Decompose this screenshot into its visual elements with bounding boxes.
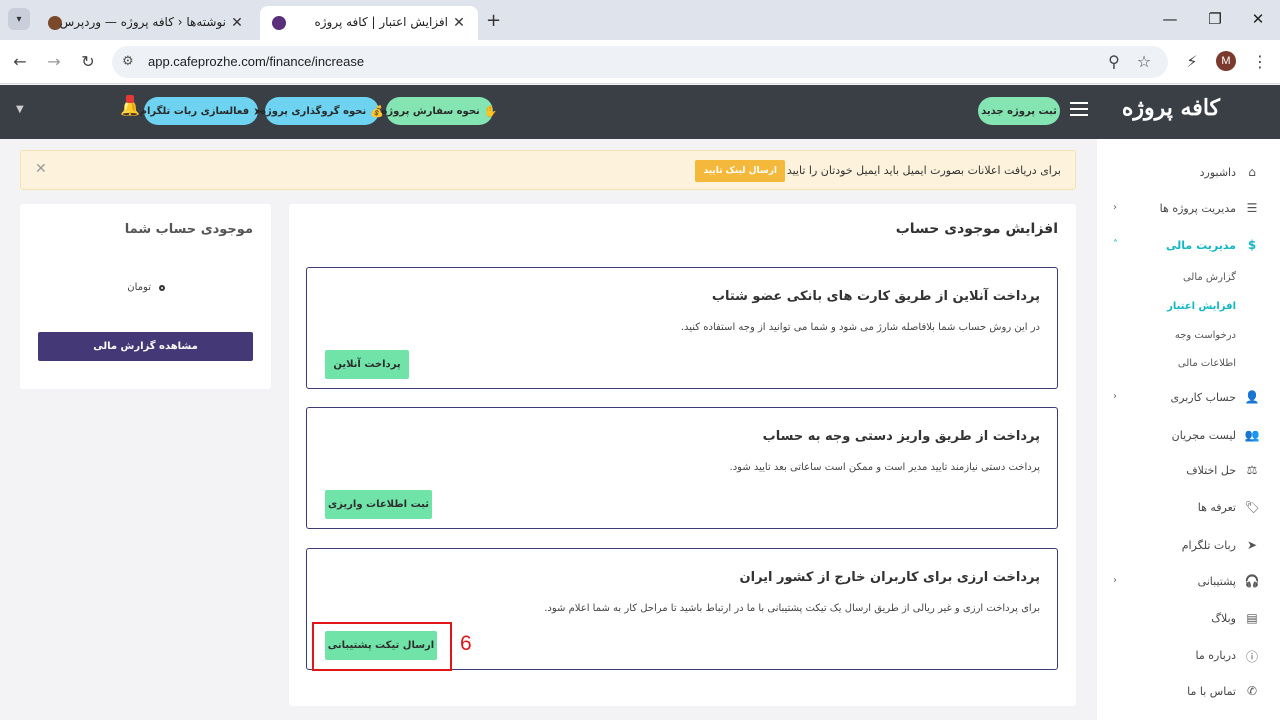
- home-icon: ⌂: [1248, 165, 1256, 179]
- hamburger-menu-icon[interactable]: [1070, 102, 1088, 116]
- option-description: برای پرداخت ارزی و غیر ریالی از طریق ارس…: [544, 603, 1040, 614]
- telegram-icon: ➤: [253, 104, 263, 118]
- profile-avatar[interactable]: M: [1216, 51, 1236, 71]
- dollar-icon: $: [1247, 238, 1257, 252]
- hand-icon: ✋: [483, 104, 498, 118]
- online-payment-button[interactable]: پرداخت آنلاین: [325, 350, 409, 379]
- phone-icon: ✆: [1246, 684, 1258, 698]
- option-title: پرداخت از طریق واریز دستی وجه به حساب: [762, 429, 1040, 444]
- reload-icon[interactable]: ↻: [78, 52, 98, 72]
- window-close-icon[interactable]: ✕: [1248, 10, 1268, 28]
- sidebar-item-tariffs[interactable]: 🏷 تعرفه ها: [1097, 496, 1280, 520]
- chevron-left-icon: ‹: [1113, 202, 1117, 213]
- view-financial-report-button[interactable]: مشاهده گزارش مالی: [38, 332, 253, 361]
- new-tab-button[interactable]: +: [486, 10, 501, 31]
- tab-search-button[interactable]: ▾: [8, 8, 30, 30]
- scale-icon: ⚖: [1246, 463, 1258, 477]
- send-icon: ➤: [1246, 538, 1258, 552]
- notification-badge: [126, 95, 134, 103]
- sidebar-item-finance[interactable]: $ مدیریت مالی ˄: [1097, 234, 1280, 258]
- option-title: پرداخت آنلاین از طریق کارت های بانکی عضو…: [711, 289, 1040, 304]
- forward-arrow-icon[interactable]: →: [44, 52, 64, 72]
- sidebar-sub-increase-credit[interactable]: افزایش اعتبار: [1167, 301, 1236, 312]
- sidebar-item-contact[interactable]: ✆ تماس با ما: [1097, 680, 1280, 704]
- browser-menu-icon[interactable]: ⋮: [1250, 52, 1270, 72]
- send-verify-link-button[interactable]: ارسال لینک تایید: [695, 160, 785, 182]
- money-bag-icon: 💰: [370, 104, 384, 118]
- close-icon[interactable]: ✕: [450, 14, 468, 32]
- sidebar-item-support[interactable]: 🎧 پشتیبانی ‹: [1097, 570, 1280, 594]
- sidebar-sub-financial-report[interactable]: گزارش مالی: [1183, 272, 1236, 283]
- balance-amount: تومان: [127, 282, 165, 293]
- restore-icon[interactable]: ❐: [1205, 10, 1225, 28]
- sidebar-item-account[interactable]: 👤 حساب کاربری ‹: [1097, 386, 1280, 410]
- site-header: کافه پروژه ثبت پروژه جدید ✋ نحوه سفارش پ…: [0, 85, 1280, 139]
- how-to-escrow-button[interactable]: 💰 نحوه گروگذاری پروژه: [260, 97, 384, 125]
- users-icon: 👥: [1244, 428, 1260, 442]
- sidebar-sub-withdraw-request[interactable]: درخواست وجه: [1175, 330, 1236, 341]
- currency-unit: تومان: [127, 282, 151, 293]
- sidebar-item-freelancers[interactable]: 👥 لیست مجریان: [1097, 424, 1280, 448]
- annotation-highlight-box: [312, 622, 452, 671]
- option-description: در این روش حساب شما بلافاصله شارژ می شود…: [680, 322, 1040, 333]
- alert-text: برای دریافت اعلانات بصورت ایمیل باید ایم…: [762, 164, 1061, 177]
- address-bar[interactable]: ⚙ app.cafeprozhe.com/finance/increase ⚲ …: [112, 46, 1168, 78]
- sidebar: ⌂ داشبورد ☰ مدیریت پروژه ها ‹ $ مدیریت م…: [1097, 139, 1280, 720]
- sidebar-item-blog[interactable]: ▤ وبلاگ: [1097, 607, 1280, 631]
- cafeprozhe-favicon-icon: [272, 16, 286, 30]
- site-info-icon[interactable]: ⚙: [122, 54, 134, 69]
- balance-title: موجودی حساب شما: [124, 222, 253, 237]
- browser-toolbar: ← → ↻ ⚙ app.cafeprozhe.com/finance/incre…: [0, 40, 1280, 84]
- sidebar-item-dashboard[interactable]: ⌂ داشبورد: [1097, 161, 1280, 185]
- online-payment-option: پرداخت آنلاین از طریق کارت های بانکی عضو…: [306, 267, 1058, 389]
- list-icon: ☰: [1246, 201, 1258, 215]
- browser-tab-wordpress[interactable]: نوشته‌ها ‹ کافه پروژه — وردپرس ✕: [36, 6, 256, 40]
- option-title: پرداخت ارزی برای کاربران خارج از کشور ای…: [739, 570, 1040, 585]
- extension-icon[interactable]: ⚡: [1182, 52, 1202, 72]
- tag-icon: 🏷: [1244, 500, 1260, 514]
- chevron-up-icon: ˄: [1113, 239, 1118, 250]
- chevron-down-icon: ▾: [16, 13, 22, 25]
- new-project-button[interactable]: ثبت پروژه جدید: [978, 97, 1060, 125]
- sidebar-item-projects[interactable]: ☰ مدیریت پروژه ها ‹: [1097, 197, 1280, 221]
- sidebar-item-dispute[interactable]: ⚖ حل اختلاف: [1097, 459, 1280, 483]
- info-icon: ⓘ: [1245, 650, 1258, 664]
- sidebar-sub-financial-info[interactable]: اطلاعات مالی: [1178, 358, 1236, 369]
- blog-icon: ▤: [1246, 611, 1258, 625]
- account-balance-card: موجودی حساب شما تومان مشاهده گزارش مالی: [20, 204, 271, 389]
- headset-icon: 🎧: [1244, 574, 1260, 588]
- tab-title: افزایش اعتبار | کافه پروژه: [314, 15, 448, 29]
- user-icon: 👤: [1244, 390, 1260, 404]
- page-title: افزایش موجودی حساب: [895, 221, 1058, 237]
- manual-deposit-option: پرداخت از طریق واریز دستی وجه به حساب پر…: [306, 407, 1058, 529]
- browser-tab-bar: ▾ نوشته‌ها ‹ کافه پروژه — وردپرس ✕ افزای…: [0, 0, 1280, 40]
- back-arrow-icon[interactable]: ←: [10, 52, 30, 72]
- chevron-down-icon[interactable]: ▼: [16, 104, 24, 115]
- how-to-order-button[interactable]: ✋ نحوه سفارش پروژه: [382, 97, 498, 125]
- bullet-icon: [159, 284, 165, 291]
- submit-deposit-info-button[interactable]: ثبت اطلاعات واریزی: [325, 490, 432, 519]
- chevron-left-icon: ‹: [1113, 575, 1117, 586]
- bookmark-star-icon[interactable]: ☆: [1134, 52, 1154, 72]
- minimize-icon[interactable]: —: [1160, 10, 1180, 28]
- close-icon[interactable]: ✕: [35, 161, 47, 177]
- telegram-bot-button[interactable]: ➤ فعالسازی ربات تلگرام: [140, 97, 262, 125]
- option-description: پرداخت دستی نیازمند تایید مدیر است و ممک…: [729, 462, 1040, 473]
- sidebar-item-telegram-bot[interactable]: ➤ ربات تلگرام: [1097, 534, 1280, 558]
- site-logo[interactable]: کافه پروژه: [1122, 95, 1220, 121]
- email-verify-alert: برای دریافت اعلانات بصورت ایمیل باید ایم…: [20, 150, 1076, 190]
- chevron-left-icon: ‹: [1113, 391, 1117, 402]
- annotation-step-number: 6: [460, 632, 472, 655]
- tab-title: نوشته‌ها ‹ کافه پروژه — وردپرس: [59, 15, 226, 29]
- url-text: app.cafeprozhe.com/finance/increase: [148, 54, 365, 69]
- browser-tab-increase-credit[interactable]: افزایش اعتبار | کافه پروژه ✕: [260, 6, 478, 40]
- sidebar-item-about[interactable]: ⓘ درباره ما: [1097, 644, 1280, 668]
- close-icon[interactable]: ✕: [228, 14, 246, 32]
- zoom-icon[interactable]: ⚲: [1104, 52, 1124, 72]
